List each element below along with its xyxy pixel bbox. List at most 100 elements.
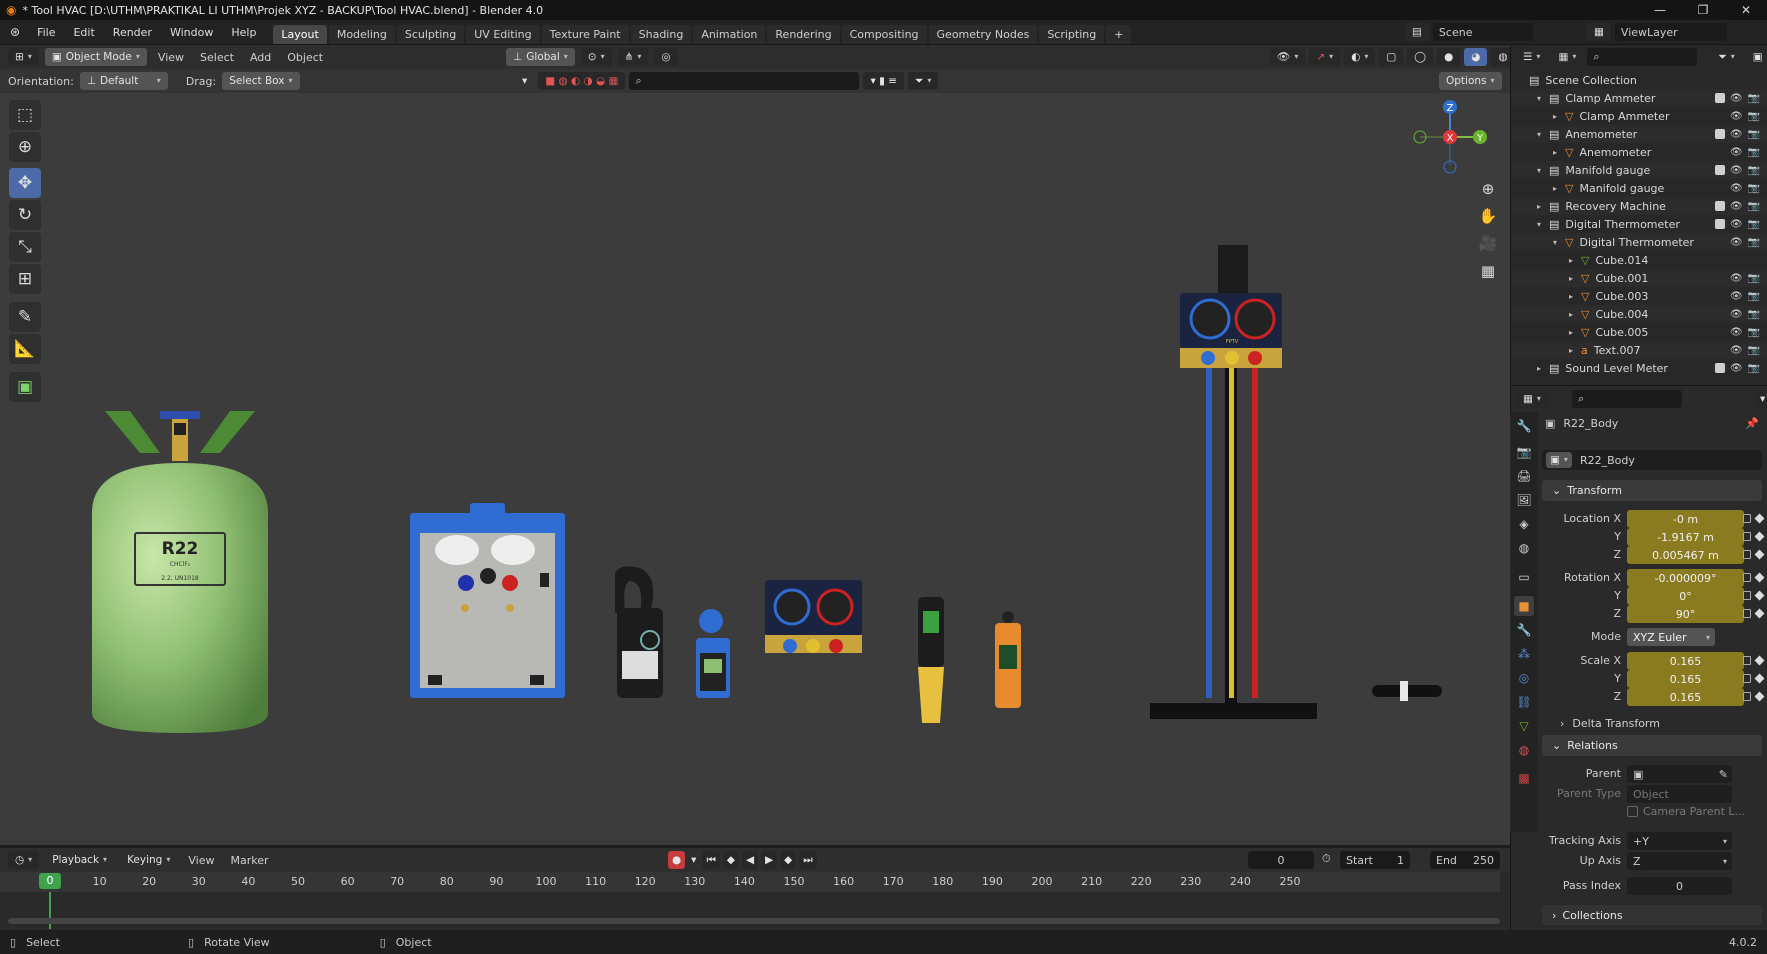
eye-icon[interactable]: 👁 [1730,201,1743,212]
expand-toggle-icon[interactable]: ▸ [1553,148,1565,157]
viewport-menu-add[interactable]: Add [245,51,276,64]
record-icon[interactable]: ● [668,851,686,869]
scene-selector[interactable]: ▤ Scene [1405,23,1533,41]
minimize-button[interactable]: — [1640,0,1680,20]
rotation-y-field[interactable]: 0° [1627,587,1744,605]
lock-location-y-icon[interactable] [1743,532,1751,541]
render-camera-icon[interactable]: 📷 [1748,165,1760,176]
outliner-object-row[interactable]: ▸ ▽ Anemometer 👁 📷 [1511,143,1767,161]
outliner-collection-row[interactable]: ▸ ▤ Sound Level Meter 👁 📷 [1511,359,1767,377]
eye-icon[interactable]: 👁 [1730,363,1743,374]
drag-dropdown[interactable]: Select Box ▾ [222,72,300,90]
eye-icon[interactable]: 👁 [1730,129,1743,140]
location-x-field[interactable]: -0 m [1627,510,1744,528]
rotation-mode-dropdown[interactable]: XYZ Euler ▾ [1627,628,1715,646]
tab-compositing[interactable]: Compositing [841,25,927,44]
texture-tab-icon[interactable]: ▩ [1514,768,1534,788]
outliner-collection-row[interactable]: ▾ ▤ Manifold gauge 👁 📷 [1511,161,1767,179]
particles-tab-icon[interactable]: ⁂ [1514,644,1534,664]
object-tab-icon[interactable]: ■ [1514,596,1534,616]
jump-end-icon[interactable]: ⏭ [799,851,817,869]
tab-animation[interactable]: Animation [693,25,766,44]
render-camera-icon[interactable]: 📷 [1748,219,1760,230]
visibility-icon[interactable]: 👁 ▾ [1270,48,1306,66]
properties-options-icon[interactable]: ▾ [1755,390,1767,408]
tab-modeling[interactable]: Modeling [328,25,395,44]
render-camera-icon[interactable]: 📷 [1748,363,1760,374]
expand-toggle-icon[interactable]: ▸ [1537,364,1549,373]
lock-location-z-icon[interactable] [1743,550,1751,559]
tab-shading[interactable]: Shading [630,25,692,44]
transform-panel-header[interactable]: ⌄ Transform [1542,480,1762,501]
tab-layout[interactable]: Layout [273,25,327,44]
viewport-menu-view[interactable]: View [153,51,189,64]
collections-panel-header[interactable]: › Collections [1542,905,1762,925]
viewport-menu-object[interactable]: Object [282,51,328,64]
new-collection-icon[interactable]: ▣ [1745,48,1767,66]
scene-tab-icon[interactable]: ◈ [1514,514,1534,534]
outliner-object-row[interactable]: ▸ ▽ Manifold gauge 👁 📷 [1511,179,1767,197]
menu-window[interactable]: Window [161,20,222,45]
lock-rotation-y-icon[interactable] [1743,591,1751,600]
recovery-machine[interactable] [410,503,565,698]
tab-sculpting[interactable]: Sculpting [396,25,465,44]
manifold-gauge-small[interactable] [765,580,862,653]
sound-level-meter[interactable] [995,611,1021,708]
render-camera-icon[interactable]: 📷 [1748,111,1760,122]
add-workspace-button[interactable]: + [1106,25,1132,44]
close-button[interactable]: ✕ [1726,0,1766,20]
object-mode-dropdown[interactable]: ▣ Object Mode ▾ [44,48,147,66]
outliner-collection-row[interactable]: ▾ ▤ Digital Thermometer 👁 📷 [1511,215,1767,233]
include-checkbox-icon[interactable] [1714,164,1725,175]
outliner-collection-row[interactable]: ▸ ▤ Recovery Machine 👁 📷 [1511,197,1767,215]
stopwatch-icon[interactable]: ⏱ [1322,852,1331,866]
orientation-dropdown[interactable]: ⊥ Default ▾ [79,72,168,90]
expand-toggle-icon[interactable]: ▸ [1569,274,1581,283]
scale-y-field[interactable]: 0.165 [1627,670,1744,688]
outliner-search-input[interactable]: ⌕ [1587,48,1698,66]
world-tab-icon[interactable]: ◍ [1514,538,1534,558]
menu-edit[interactable]: Edit [64,20,103,45]
blender-menu-icon[interactable]: ⊛ [0,25,28,39]
r22-cylinder[interactable]: R22 CHClF₂ 2.2, UN1018 [92,411,268,733]
record-options-icon[interactable]: ▾ [688,851,699,869]
view-layer-icon[interactable]: ▦ [1587,23,1611,41]
timeline-editor-type-icon[interactable]: ◷ ▾ [8,851,40,869]
scale-x-field[interactable]: 0.165 [1627,652,1744,670]
outliner-object-row[interactable]: ▸ ▽ Cube.003 👁 📷 [1511,287,1767,305]
start-frame-field[interactable]: Start 1 [1340,851,1410,869]
render-camera-icon[interactable]: 📷 [1748,183,1760,194]
object-datablock-field[interactable]: ▣ ▾ R22_Body [1542,450,1762,470]
include-checkbox-icon[interactable] [1714,200,1725,211]
expand-toggle-icon[interactable]: ▸ [1553,184,1565,193]
transform-orientation-dropdown[interactable]: ⊥ Global ▾ [506,48,575,66]
filter-drier[interactable] [1372,681,1442,701]
expand-toggle-icon[interactable]: ▸ [1537,202,1549,211]
render-camera-icon[interactable]: 📷 [1748,327,1760,338]
collection-tab-icon[interactable]: ▭ [1514,567,1534,587]
eye-icon[interactable]: 👁 [1730,237,1743,248]
maximize-button[interactable]: ❐ [1683,0,1723,20]
pivot-point-icon[interactable]: ⊙ ▾ [580,48,612,66]
outliner-object-row[interactable]: ▸ ▽ Clamp Ammeter 👁 📷 [1511,107,1767,125]
expand-toggle-icon[interactable]: ▸ [1569,310,1581,319]
timeline-scrollbar[interactable] [8,918,1500,924]
eye-icon[interactable]: 👁 [1730,111,1743,122]
render-camera-icon[interactable]: 📷 [1748,93,1760,104]
properties-search-input[interactable]: ⌕ [1571,390,1682,408]
timeline-ruler[interactable]: 0 10 20 30 40 50 60 70 80 90 100 110 120 130 140 150 16… [0,872,1500,892]
clamp-ammeter[interactable] [615,566,663,698]
eye-icon[interactable]: 👁 [1730,291,1743,302]
tab-texture-paint[interactable]: Texture Paint [541,25,629,44]
expand-toggle-icon[interactable]: ▾ [1537,220,1549,229]
options-dropdown[interactable]: Options ▾ [1439,72,1502,90]
pin-icon[interactable]: 📌 [1745,417,1759,430]
view-layer-tab-icon[interactable]: 🖼 [1514,490,1534,510]
display-mode-icon[interactable]: ▦ ▾ [1551,48,1584,66]
tab-uv-editing[interactable]: UV Editing [466,25,540,44]
view-layer-field[interactable]: ViewLayer [1614,23,1727,41]
include-checkbox-icon[interactable] [1714,128,1725,139]
timeline-view-menu[interactable]: View [183,854,219,867]
output-tab-icon[interactable]: 🖨 [1514,466,1534,486]
eye-icon[interactable]: 👁 [1730,165,1743,176]
